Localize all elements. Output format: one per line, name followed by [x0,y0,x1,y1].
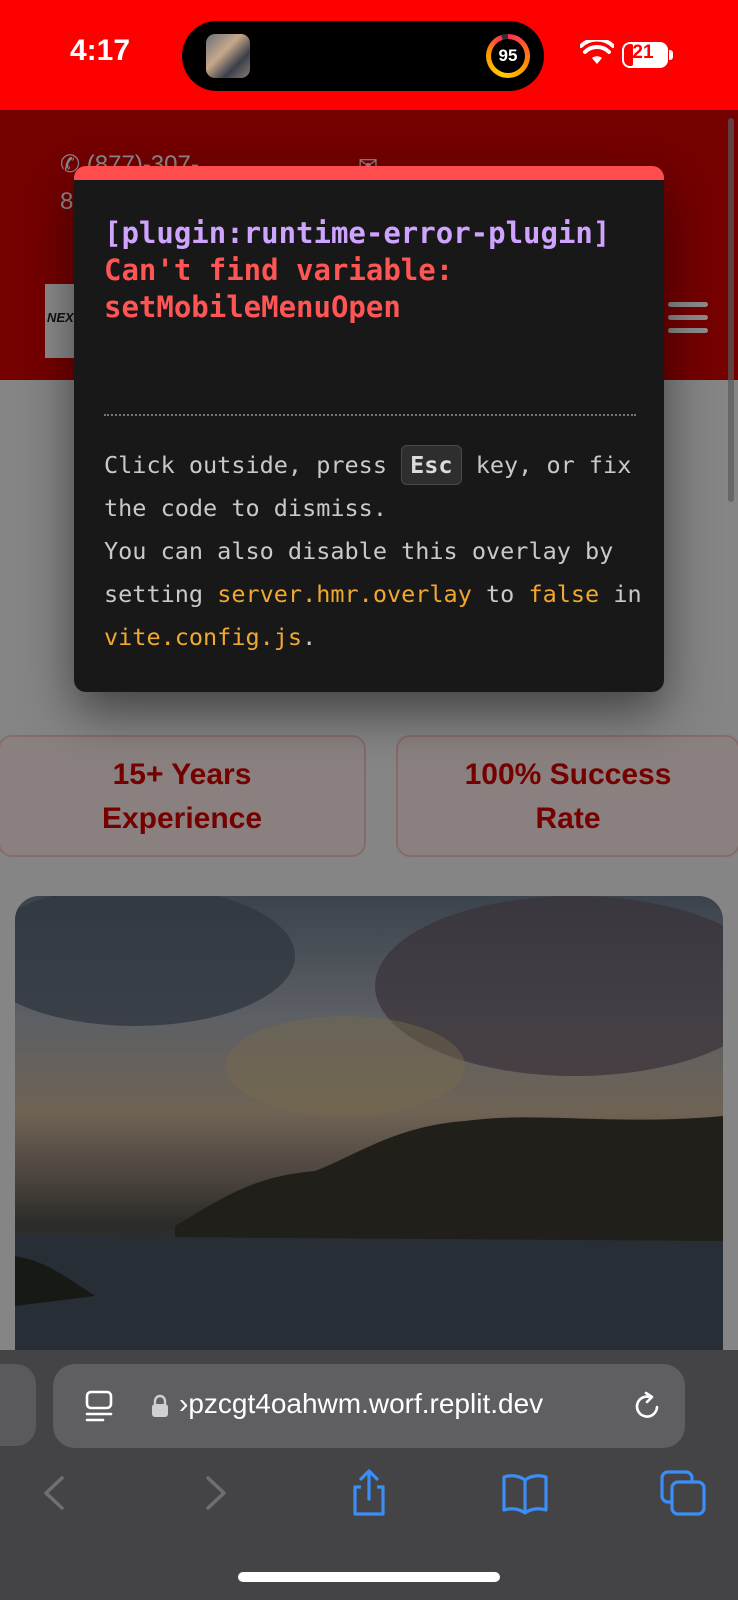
lock-icon [152,1394,168,1417]
battery-icon: 21 [622,42,668,68]
reload-icon[interactable] [631,1390,663,1422]
scrollbar-thumb[interactable] [728,118,734,502]
tip-text: . [302,623,317,651]
tip-code: vite.config.js [104,623,303,651]
error-message: Can't find variable: setMobileMenuOpen [104,252,644,326]
share-icon[interactable] [344,1468,394,1518]
esc-key: Esc [401,445,462,485]
home-indicator[interactable] [238,1572,500,1582]
wifi-icon [580,40,614,64]
activity-ring-icon: 95 [486,34,530,78]
divider [104,414,636,416]
dynamic-island[interactable]: 95 [182,21,544,91]
tip-text: Click outside, press [104,451,402,479]
activity-ring-value: 95 [491,39,525,73]
tabs-icon[interactable] [658,1468,708,1518]
previous-tab-preview[interactable] [0,1364,36,1446]
status-time: 4:17 [70,34,131,67]
now-playing-thumbnail[interactable] [206,34,250,78]
battery-nub [669,50,673,60]
error-message-line: setMobileMenuOpen [104,290,401,324]
tip-text: to [471,580,529,608]
runtime-error-overlay[interactable]: [plugin:runtime-error-plugin] Can't find… [74,166,664,692]
tip-code: server.hmr.overlay [217,580,472,608]
address-bar[interactable]: ›pzcgt4oahwm.worf.replit.dev [53,1364,685,1448]
error-plugin-name: [plugin:runtime-error-plugin] [104,216,611,250]
tip-text: in [599,580,642,608]
tip-code: false [528,580,600,608]
forward-icon[interactable] [190,1468,240,1518]
error-message-line: Can't find variable: [104,253,454,287]
url-text[interactable]: ›pzcgt4oahwm.worf.replit.dev [179,1388,619,1420]
browser-bottom-bar: ›pzcgt4oahwm.worf.replit.dev [0,1350,738,1600]
back-icon[interactable] [30,1468,80,1518]
status-bar: 4:17 95 21 [0,0,738,110]
page-menu-icon[interactable] [85,1390,113,1422]
dismiss-tip: Click outside, press Esc key, or fix the… [104,444,644,659]
battery-level: 21 [632,42,654,63]
bookmarks-icon[interactable] [500,1468,550,1518]
